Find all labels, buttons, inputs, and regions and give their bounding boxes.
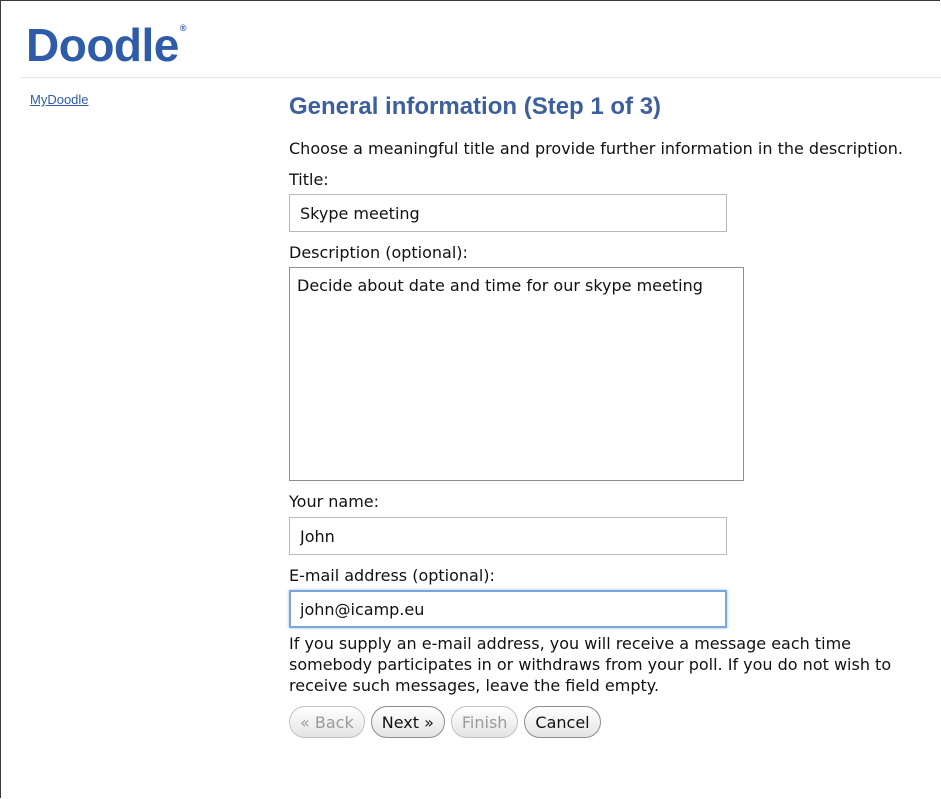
registered-mark: ® [179,23,187,33]
email-input[interactable] [289,590,727,628]
description-label: Description (optional): [289,243,468,262]
finish-button[interactable]: Finish [450,706,519,738]
email-label: E-mail address (optional): [289,566,495,585]
cancel-button[interactable]: Cancel [524,706,601,738]
back-button[interactable]: « Back [289,706,365,738]
page-title: General information (Step 1 of 3) [289,93,662,120]
description-textarea[interactable]: Decide about date and time for our skype… [289,267,744,481]
name-input[interactable] [289,517,727,555]
poll-form: General information (Step 1 of 3) Choose… [289,90,929,738]
intro-text: Choose a meaningful title and provide fu… [289,139,903,158]
wizard-buttons: « Back Next » Finish Cancel [289,706,929,738]
email-help-text: If you supply an e-mail address, you wil… [289,634,892,695]
doodle-logo[interactable]: Doodle® [26,19,187,71]
name-label: Your name: [289,492,380,511]
mydoodle-link[interactable]: MyDoodle [30,92,89,107]
logo-text: Doodle [26,19,179,71]
next-button[interactable]: Next » [370,706,445,738]
title-input[interactable] [289,194,727,232]
header-divider [20,77,941,78]
title-label: Title: [289,170,329,189]
